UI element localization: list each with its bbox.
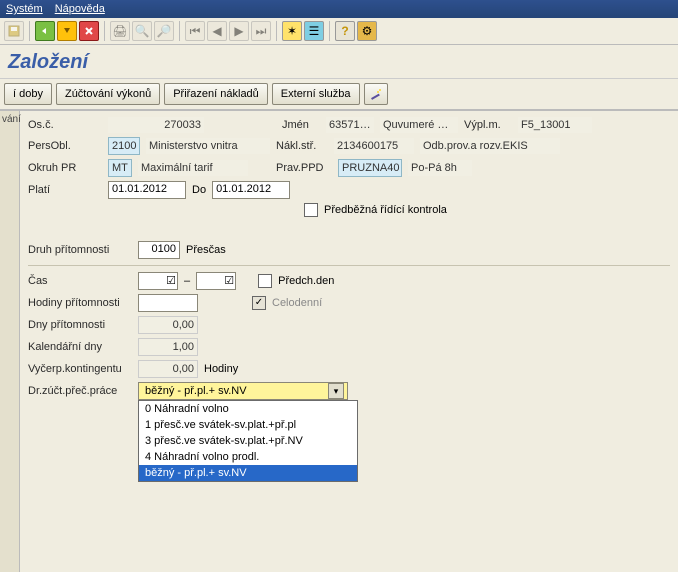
jmen-num: 63571… (326, 117, 374, 133)
dash: – (184, 275, 190, 287)
druh-field[interactable]: 0100 (138, 241, 180, 259)
hod-label: Hodiny přítomnosti (28, 297, 132, 309)
dd-selected: běžný - př.pl.+ sv.NV (145, 385, 247, 397)
plati-to-field[interactable]: 01.01.2012 (212, 181, 290, 199)
jmen-name: Quvumeré … (380, 117, 458, 133)
vyc-unit: Hodiny (204, 363, 238, 375)
osc-value: 270033 (108, 117, 204, 133)
vyc-val: 0,00 (138, 360, 198, 378)
okr-label: Okruh PR (28, 162, 102, 174)
help-icon[interactable]: ? (335, 21, 355, 41)
menubar: Systém Nápověda (0, 0, 678, 18)
print-icon[interactable]: 🖨 (110, 21, 130, 41)
jmen-label: Jmén (282, 119, 320, 131)
prav-label: Prav.PPD (276, 162, 332, 174)
pers-code: 2100 (108, 137, 140, 155)
menu-system[interactable]: Systém (6, 3, 43, 15)
back-icon[interactable] (35, 21, 55, 41)
kal-val: 1,00 (138, 338, 198, 356)
dd-dropdown[interactable]: běžný - př.pl.+ sv.NV ▾ 0 Náhradní volno… (138, 382, 348, 400)
okr-text: Maximální tarif (138, 160, 248, 176)
dny-val: 0,00 (138, 316, 198, 334)
predb-checkbox[interactable] (304, 203, 318, 217)
prev-page-icon[interactable]: ◀ (207, 21, 227, 41)
externi-button[interactable]: Externí služba (272, 83, 360, 105)
dd-item[interactable]: 1 přesč.ve svátek-sv.plat.+př.pl (139, 417, 357, 433)
druh-text: Přesčas (186, 244, 226, 256)
main-toolbar: 🖨 🔍 🔎 ⏮ ◀ ▶ ⏭ ✶ ☰ ? ⚙ (0, 18, 678, 45)
sub-toolbar: í doby Zúčtování výkonů Přiřazení náklad… (0, 79, 678, 111)
cas-label: Čas (28, 275, 132, 287)
cas-from-field[interactable]: ☑ (138, 272, 178, 290)
menu-help[interactable]: Nápověda (55, 3, 105, 15)
druh-label: Druh přítomnosti (28, 244, 132, 256)
dropdown-icon[interactable]: ▾ (328, 383, 344, 399)
dd-item[interactable]: 4 Náhradní volno prodl. (139, 449, 357, 465)
prav-val: PRUZNA40 (338, 159, 402, 177)
predch-checkbox[interactable] (258, 274, 272, 288)
layout-icon[interactable]: ☰ (304, 21, 324, 41)
wand-icon[interactable] (364, 83, 388, 105)
predch-label: Předch.den (278, 275, 334, 287)
first-page-icon[interactable]: ⏮ (185, 21, 205, 41)
page-title: Založení (0, 45, 678, 79)
kal-label: Kalendářní dny (28, 341, 132, 353)
prav-text: Po-Pá 8h (408, 160, 472, 176)
plati-from-field[interactable]: 01.01.2012 (108, 181, 186, 199)
osc-label: Os.č. (28, 119, 102, 131)
settings-icon[interactable]: ⚙ (357, 21, 377, 41)
dd-list: 0 Náhradní volno1 přesč.ve svátek-sv.pla… (138, 400, 358, 482)
prirazeni-button[interactable]: Přiřazení nákladů (164, 83, 268, 105)
side-tab-label: vání (2, 114, 21, 569)
celod-label: Celodenní (272, 297, 322, 309)
pers-text: Ministerstvo vnitra (146, 138, 270, 154)
plati-label: Platí (28, 184, 102, 196)
okr-code: MT (108, 159, 132, 177)
time-button[interactable]: í doby (4, 83, 52, 105)
dd-item[interactable]: 3 přesč.ve svátek-sv.plat.+př.NV (139, 433, 357, 449)
vypl-value: F5_13001 (518, 117, 592, 133)
nakl-text: Odb.prov.a rozv.EKIS (420, 138, 560, 154)
side-tab[interactable]: vání (0, 111, 20, 572)
next-page-icon[interactable]: ▶ (229, 21, 249, 41)
dd-item[interactable]: běžný - př.pl.+ sv.NV (139, 465, 357, 481)
celod-checkbox: ✓ (252, 296, 266, 310)
dd-label: Dr.zúčt.přeč.práce (28, 385, 132, 397)
exit-icon[interactable] (57, 21, 77, 41)
pers-label: PersObl. (28, 140, 102, 152)
cancel-icon[interactable] (79, 21, 99, 41)
new-session-icon[interactable]: ✶ (282, 21, 302, 41)
vyc-label: Vyčerp.kontingentu (28, 363, 132, 375)
dd-item[interactable]: 0 Náhradní volno (139, 401, 357, 417)
main-panel: Os.č. 270033 Jmén 63571… Quvumeré … Výpl… (20, 111, 678, 572)
find-next-icon[interactable]: 🔎 (154, 21, 174, 41)
cas-to-field[interactable]: ☑ (196, 272, 236, 290)
nakl-val: 2134600175 (334, 138, 414, 154)
nakl-label: Nákl.stř. (276, 140, 328, 152)
hod-field[interactable] (138, 294, 198, 312)
do-label: Do (192, 184, 206, 196)
zuctovani-button[interactable]: Zúčtování výkonů (56, 83, 160, 105)
predb-label: Předběžná řídící kontrola (324, 204, 447, 216)
find-icon[interactable]: 🔍 (132, 21, 152, 41)
vypl-label: Výpl.m. (464, 119, 512, 131)
dny-label: Dny přítomnosti (28, 319, 132, 331)
last-page-icon[interactable]: ⏭ (251, 21, 271, 41)
save-icon[interactable] (4, 21, 24, 41)
